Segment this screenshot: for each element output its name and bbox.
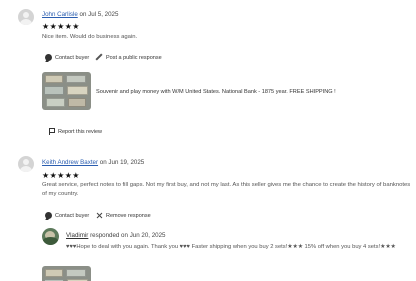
remove-response-label: Remove response xyxy=(106,212,151,219)
shop-avatar xyxy=(42,228,59,245)
contact-buyer-label: Contact buyer xyxy=(55,212,90,219)
contact-buyer-label: Contact buyer xyxy=(55,54,90,61)
seller-response-text: ♥♥♥Hope to deal with you again. Thank yo… xyxy=(66,244,396,250)
post-response-label: Post a public response xyxy=(106,54,162,61)
review-text: Nice item. Would do business again. xyxy=(42,34,138,40)
reviewer-avatar xyxy=(18,156,34,172)
review-text: Great service, perfect notes to fill gap… xyxy=(42,181,412,198)
response-meta: Vladimir responded on Jun 20, 2025 xyxy=(66,232,165,239)
reviewer-avatar xyxy=(18,9,34,25)
star-rating: ★★★★★ xyxy=(42,22,80,31)
star-rating: ★★★★★ xyxy=(42,171,80,180)
listing-thumbnail[interactable] xyxy=(42,266,91,281)
listing-title-link[interactable]: Souvenir and play money with W/M United … xyxy=(96,89,336,95)
contact-buyer-button[interactable]: Contact buyer xyxy=(45,212,89,219)
close-icon xyxy=(96,212,103,219)
post-response-button[interactable]: Post a public response xyxy=(96,54,162,61)
report-review-label: Report this review xyxy=(58,128,103,135)
reviewer-name-link[interactable]: John Carlisle xyxy=(42,11,78,18)
review-text-line-1: Great service, perfect notes to fill gap… xyxy=(42,182,411,188)
reviewer-name-link[interactable]: Keith Andrew Baxter xyxy=(42,159,98,166)
review-text-line-2: of my country. xyxy=(42,190,79,197)
remove-response-button[interactable]: Remove response xyxy=(96,212,151,219)
shop-name-link[interactable]: Vladimir xyxy=(66,232,88,239)
review-meta: John Carlisle on Jul 5, 2025 xyxy=(42,11,118,18)
responded-on-label: responded on xyxy=(90,232,128,239)
contact-buyer-button[interactable]: Contact buyer xyxy=(45,54,89,61)
listing-thumbnail[interactable] xyxy=(42,72,91,110)
pencil-icon xyxy=(96,54,103,61)
response-date: Jun 20, 2025 xyxy=(129,232,166,239)
date-prefix: on xyxy=(79,11,87,18)
review-date: Jul 5, 2025 xyxy=(88,11,119,18)
flag-icon xyxy=(48,128,55,135)
chat-icon xyxy=(45,54,52,61)
review-meta: Keith Andrew Baxter on Jun 19, 2025 xyxy=(42,159,144,166)
report-review-button[interactable]: Report this review xyxy=(48,128,102,135)
chat-icon xyxy=(45,212,52,219)
review-date: Jun 19, 2025 xyxy=(108,159,145,166)
date-prefix: on xyxy=(99,159,107,166)
